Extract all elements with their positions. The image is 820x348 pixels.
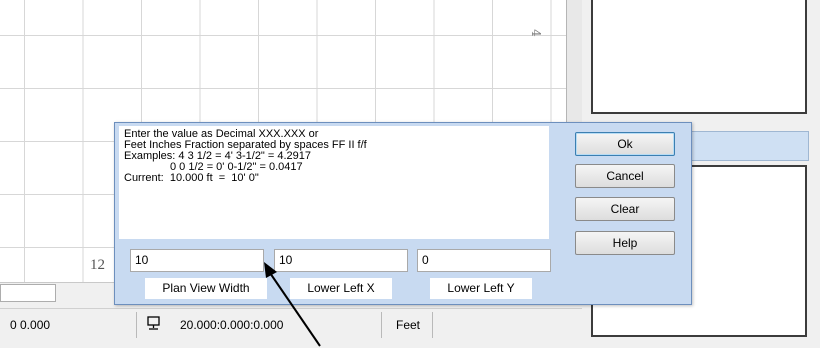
annotation-arrow-icon — [264, 262, 321, 347]
